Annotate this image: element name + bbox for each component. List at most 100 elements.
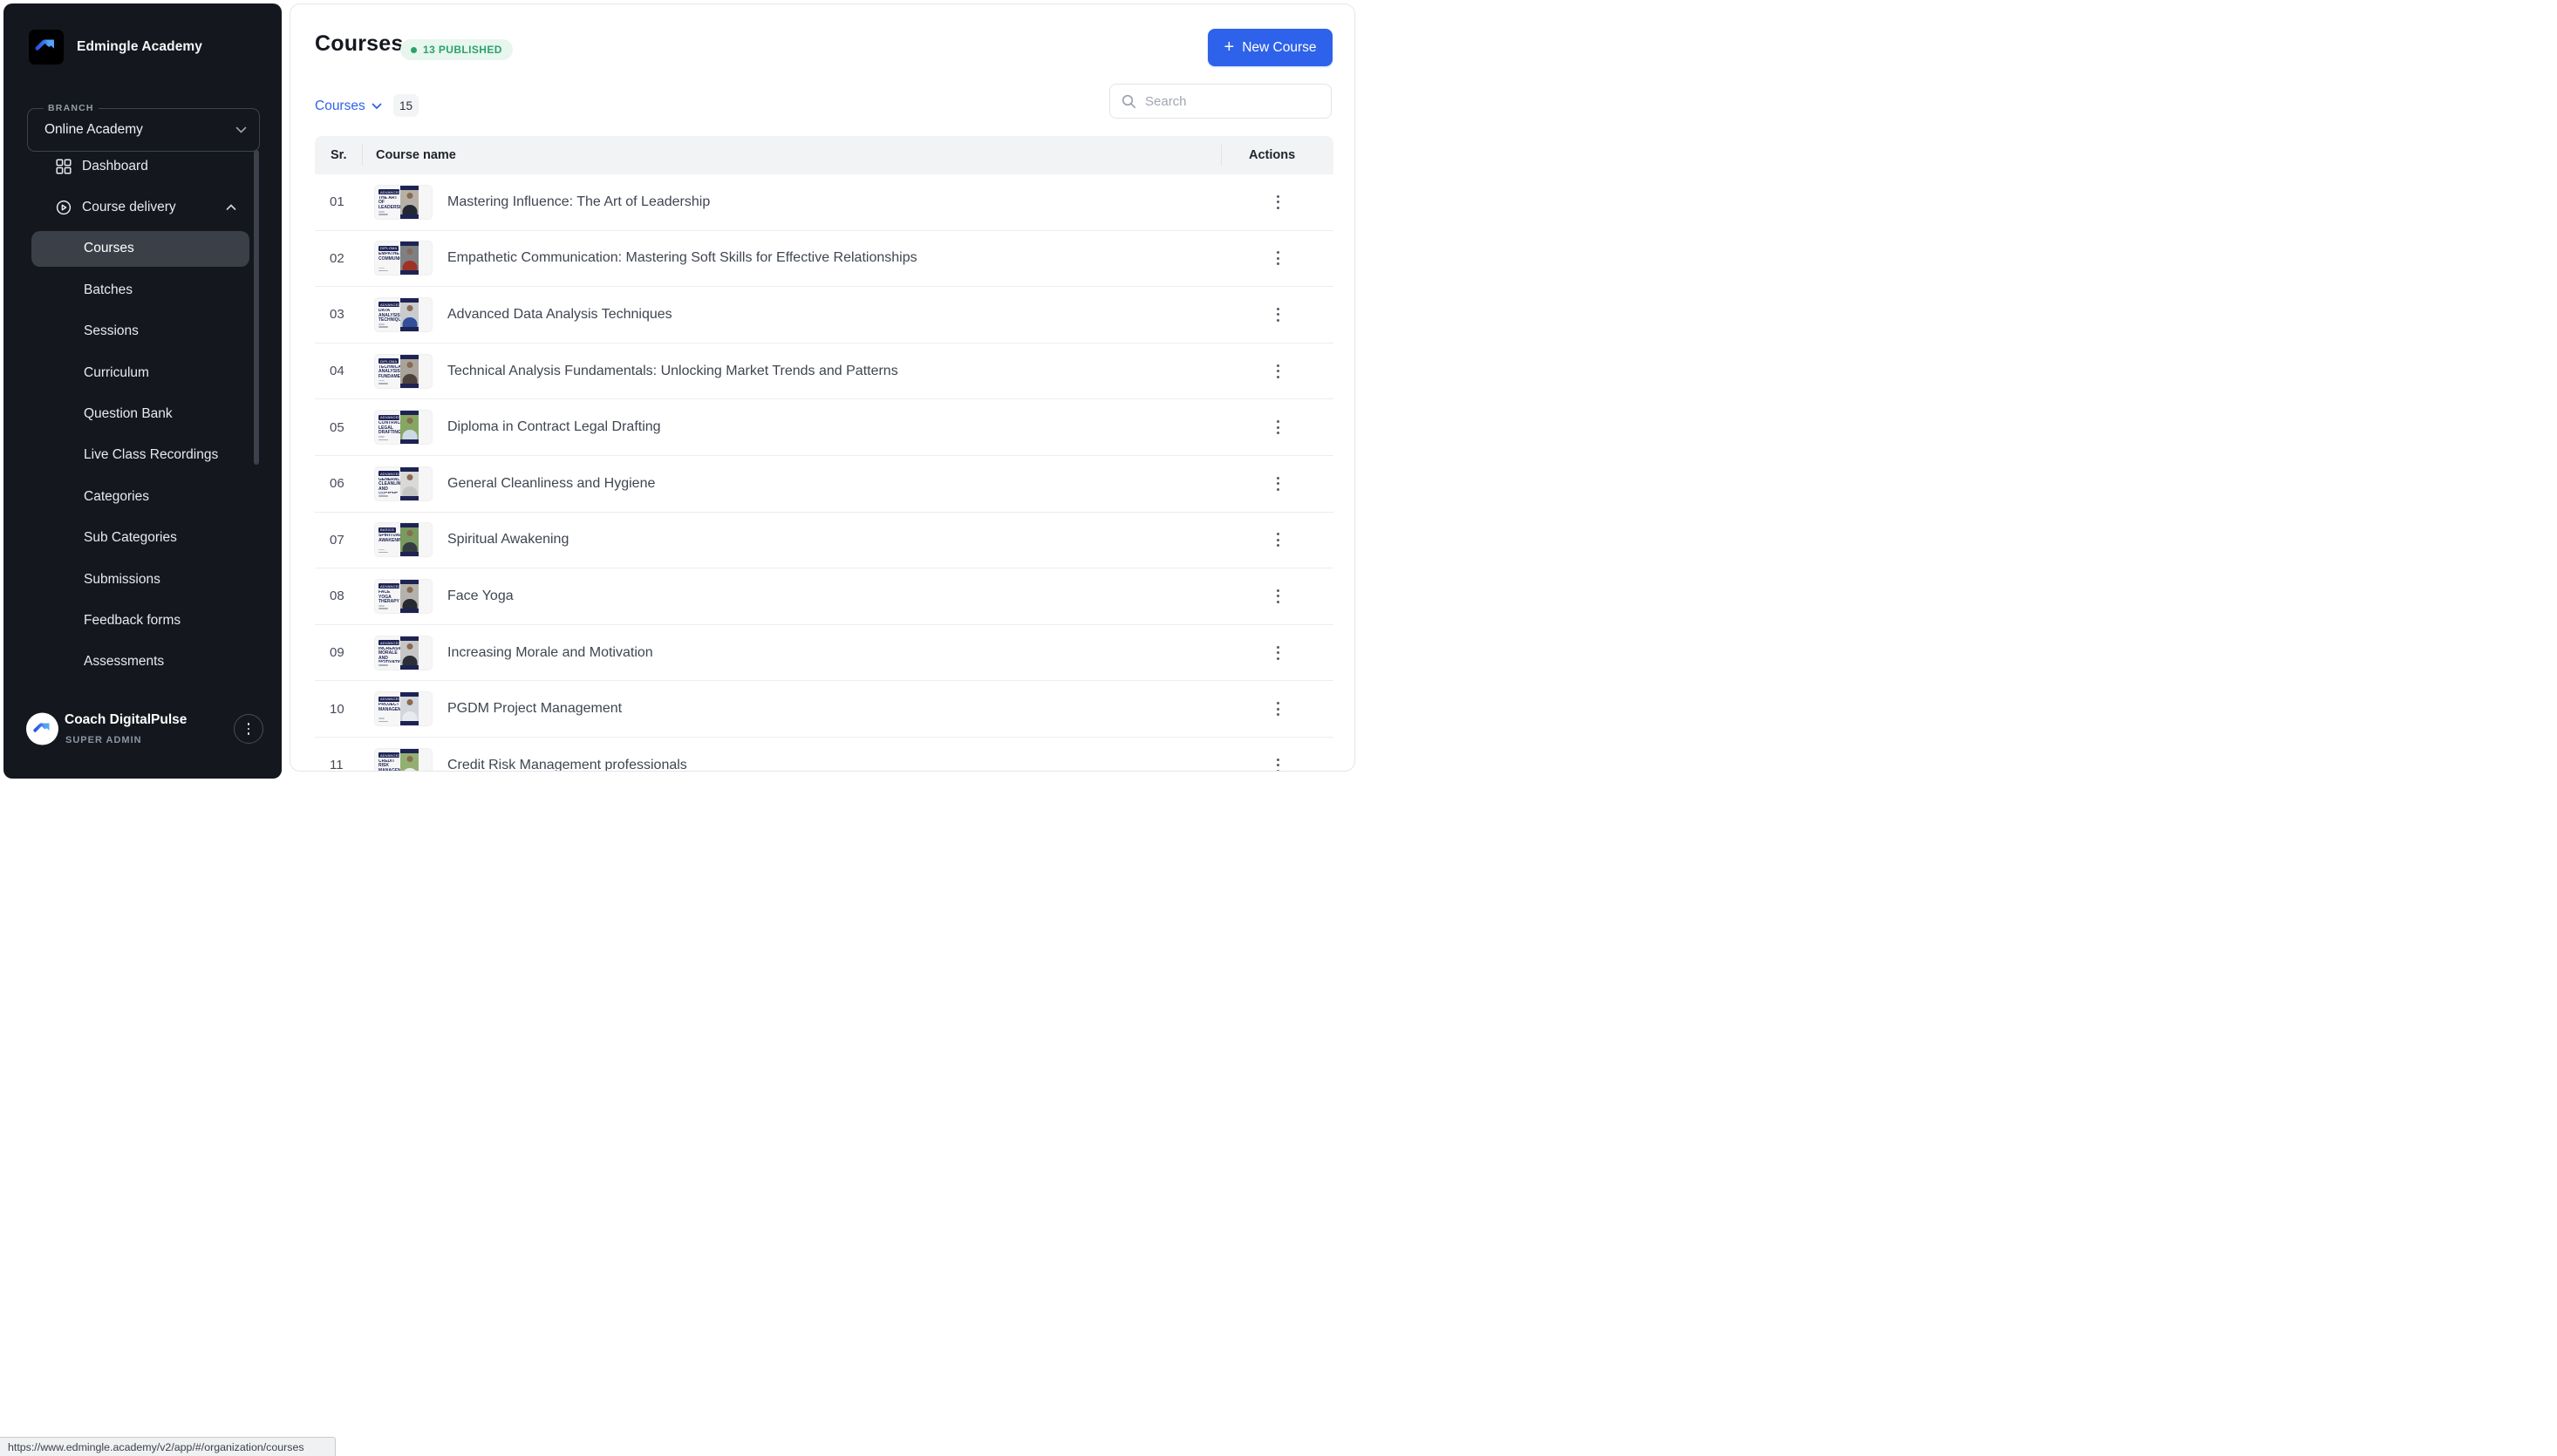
- row-actions-button[interactable]: [1272, 527, 1285, 552]
- browser-status-bar: https://www.edmingle.academy/v2/app/#/or…: [0, 1437, 336, 1456]
- row-serial: 01: [315, 194, 374, 209]
- thumbnail-level-badge: ADVANCED: [378, 415, 399, 420]
- table-row[interactable]: 01 ADVANCED THE ART OF LEADERSHIP Master…: [315, 174, 1333, 231]
- thumbnail-level-badge: ADVANCED: [378, 189, 399, 194]
- sidebar-item-assessments[interactable]: Assessments: [3, 642, 282, 683]
- table-row[interactable]: 03 ADVANCED DATA ANALYSIS TECHNIQUES Adv…: [315, 287, 1333, 344]
- sidebar-item-live-class-recordings[interactable]: Live Class Recordings: [3, 435, 282, 476]
- thumbnail-title: INCREASING MORALE AND MOTIVATION: [378, 647, 401, 663]
- table-row[interactable]: 02 DIPLOMA EMPATHETIC COMMUNICATION Empa…: [315, 231, 1333, 288]
- sidebar: Edmingle Academy BRANCH Online Academy D…: [3, 3, 282, 779]
- org-header: Edmingle Academy: [29, 30, 202, 65]
- row-actions-button[interactable]: [1272, 303, 1285, 327]
- main-content: Courses 13 PUBLISHED + New Course Course…: [290, 3, 1355, 772]
- thumbnail-level-badge: BASICS: [378, 527, 396, 533]
- row-actions-button[interactable]: [1272, 753, 1285, 772]
- thumbnail-photo-band: [400, 636, 419, 670]
- thumbnail-level-badge: DIPLOMA: [378, 246, 399, 251]
- table-row[interactable]: 10 ADVANCED PROJECT MANAGEMENT PGDM Proj…: [315, 681, 1333, 738]
- thumbnail-title: THE ART OF LEADERSHIP: [378, 196, 401, 211]
- thumbnail-title: FACE YOGA THERAPY: [378, 590, 401, 605]
- sidebar-item-sessions[interactable]: Sessions: [3, 311, 282, 352]
- courses-filter-dropdown[interactable]: Courses: [315, 93, 382, 119]
- table-row[interactable]: 09 ADVANCED INCREASING MORALE AND MOTIVA…: [315, 625, 1333, 682]
- sidebar-scrollbar[interactable]: [254, 150, 259, 465]
- row-actions-button[interactable]: [1272, 246, 1285, 270]
- thumbnail-level-badge: DIPLOMA: [378, 358, 399, 364]
- thumbnail-photo-band: [400, 355, 419, 388]
- row-serial: 09: [315, 645, 374, 660]
- row-actions-button[interactable]: [1272, 584, 1285, 609]
- sidebar-item-batches[interactable]: Batches: [3, 269, 282, 310]
- new-course-label: New Course: [1242, 40, 1316, 56]
- row-serial: 07: [315, 533, 374, 548]
- row-actions-button[interactable]: [1272, 641, 1285, 665]
- row-actions-button[interactable]: [1272, 190, 1285, 214]
- row-serial: 04: [315, 364, 374, 378]
- sidebar-item-question-bank[interactable]: Question Bank: [3, 393, 282, 434]
- thumbnail-photo-band: [400, 298, 419, 331]
- dashboard-icon: [56, 159, 72, 174]
- thumbnail-photo-band: [400, 749, 419, 772]
- table-row[interactable]: 11 ADVANCED CREDIT RISK MANAGEMENT Credi…: [315, 738, 1333, 772]
- branch-value: Online Academy: [44, 109, 143, 151]
- published-badge-label: 13 PUBLISHED: [423, 44, 502, 56]
- thumbnail-photo-band: [400, 467, 419, 500]
- course-thumbnail: ADVANCED PROJECT MANAGEMENT: [374, 691, 433, 726]
- row-actions-button[interactable]: [1272, 472, 1285, 496]
- table-row[interactable]: 04 DIPLOMA TECHNICAL ANALYSIS FUNDAMENTA…: [315, 344, 1333, 400]
- thumbnail-title: CREDIT RISK MANAGEMENT: [378, 759, 401, 772]
- published-badge: 13 PUBLISHED: [400, 39, 513, 60]
- thumbnail-title: DATA ANALYSIS TECHNIQUES: [378, 309, 401, 323]
- play-icon: [56, 200, 72, 215]
- table-row[interactable]: 05 ADVANCED CONTRACT LEGAL DRAFTING Dipl…: [315, 399, 1333, 456]
- thumbnail-level-badge: ADVANCED: [378, 640, 399, 645]
- row-actions-button[interactable]: [1272, 415, 1285, 439]
- table-row[interactable]: 08 ADVANCED FACE YOGA THERAPY Face Yoga: [315, 568, 1333, 625]
- user-menu-button[interactable]: [234, 714, 263, 744]
- sidebar-item-sub-categories[interactable]: Sub Categories: [3, 518, 282, 559]
- thumbnail-title: CONTRACT LEGAL DRAFTING: [378, 421, 401, 436]
- course-name: General Cleanliness and Hygiene: [447, 476, 655, 492]
- course-name: Diploma in Contract Legal Drafting: [447, 419, 661, 435]
- thumbnail-instructor-lines: [378, 323, 388, 328]
- thumbnail-title: GENERAL CLEANLINESS AND HYGIENE: [378, 478, 401, 493]
- sidebar-item-categories[interactable]: Categories: [3, 476, 282, 517]
- thumbnail-instructor-lines: [378, 718, 388, 722]
- search-input[interactable]: [1143, 93, 1309, 110]
- course-thumbnail: ADVANCED CREDIT RISK MANAGEMENT: [374, 748, 433, 772]
- thumbnail-instructor-lines: [378, 436, 388, 440]
- table-row[interactable]: 06 ADVANCED GENERAL CLEANLINESS AND HYGI…: [315, 456, 1333, 513]
- thumbnail-title: SPIRITUAL AWAKENING: [378, 534, 401, 543]
- course-thumbnail: DIPLOMA TECHNICAL ANALYSIS FUNDAMENTALS: [374, 354, 433, 389]
- course-thumbnail: ADVANCED DATA ANALYSIS TECHNIQUES: [374, 297, 433, 332]
- courses-filter-label: Courses: [315, 99, 365, 114]
- chevron-down-icon: [235, 126, 247, 133]
- course-thumbnail: BASICS SPIRITUAL AWAKENING: [374, 522, 433, 557]
- row-actions-button[interactable]: [1272, 359, 1285, 384]
- new-course-button[interactable]: + New Course: [1208, 29, 1333, 66]
- sidebar-item-feedback-forms[interactable]: Feedback forms: [3, 600, 282, 641]
- chevron-down-icon: [372, 103, 382, 110]
- user-profile: Coach DigitalPulse SUPER ADMIN: [3, 711, 282, 746]
- course-thumbnail: ADVANCED INCREASING MORALE AND MOTIVATIO…: [374, 636, 433, 670]
- sidebar-item-dashboard[interactable]: Dashboard: [3, 146, 282, 187]
- course-table-body: 01 ADVANCED THE ART OF LEADERSHIP Master…: [315, 174, 1333, 772]
- sidebar-item-curriculum[interactable]: Curriculum: [3, 352, 282, 393]
- row-actions-button[interactable]: [1272, 697, 1285, 721]
- course-name: Technical Analysis Fundamentals: Unlocki…: [447, 364, 898, 379]
- thumbnail-title: TECHNICAL ANALYSIS FUNDAMENTALS: [378, 365, 401, 380]
- sidebar-item-courses[interactable]: Courses: [3, 228, 282, 269]
- user-name: Coach DigitalPulse: [65, 712, 187, 728]
- course-thumbnail: ADVANCED FACE YOGA THERAPY: [374, 579, 433, 614]
- row-serial: 03: [315, 307, 374, 322]
- sidebar-item-course-delivery[interactable]: Course delivery: [3, 187, 282, 228]
- course-name: Mastering Influence: The Art of Leadersh…: [447, 194, 710, 210]
- sidebar-item-submissions[interactable]: Submissions: [3, 559, 282, 600]
- chevron-up-icon: [226, 204, 236, 211]
- thumbnail-photo-band: [400, 411, 419, 444]
- table-row[interactable]: 07 BASICS SPIRITUAL AWAKENING Spiritual …: [315, 513, 1333, 569]
- row-serial: 05: [315, 420, 374, 435]
- course-thumbnail: ADVANCED THE ART OF LEADERSHIP: [374, 185, 433, 220]
- header-divider: [1221, 145, 1222, 166]
